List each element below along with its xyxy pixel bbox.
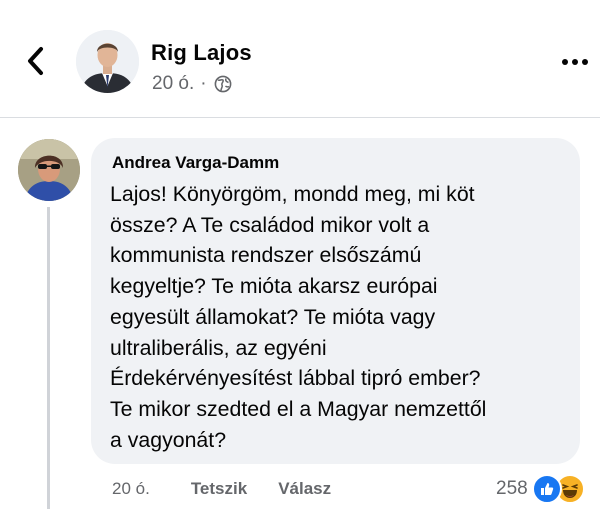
chevron-left-icon bbox=[28, 47, 43, 75]
comment-bubble: Andrea Varga-Damm Lajos! Könyörgöm, mond… bbox=[91, 138, 580, 464]
commenter-avatar[interactable] bbox=[18, 139, 80, 201]
more-options-button[interactable] bbox=[560, 55, 590, 67]
comment-author-name[interactable]: Andrea Varga-Damm bbox=[112, 153, 279, 173]
meta-separator: · bbox=[200, 73, 207, 94]
comment-time[interactable]: 20 ó. bbox=[112, 479, 150, 499]
post-meta: 20 ó. · bbox=[152, 73, 232, 95]
reply-button[interactable]: Válasz bbox=[278, 479, 331, 499]
reaction-summary[interactable]: 258 bbox=[496, 474, 585, 504]
thread-line bbox=[47, 207, 50, 509]
more-horizontal-icon bbox=[562, 59, 588, 65]
like-button[interactable]: Tetszik bbox=[191, 479, 247, 499]
post-time[interactable]: 20 ó. bbox=[152, 73, 194, 95]
like-reaction-icon bbox=[531, 474, 562, 504]
comment-text: Lajos! Könyörgöm, mondd meg, mi köt össz… bbox=[110, 182, 487, 452]
globe-icon bbox=[214, 75, 231, 93]
post-author-name[interactable]: Rig Lajos bbox=[151, 40, 252, 66]
comment-actions: 20 ó. Tetszik Válasz bbox=[112, 477, 331, 501]
reaction-count: 258 bbox=[496, 478, 528, 499]
header-divider bbox=[0, 117, 600, 118]
author-avatar[interactable] bbox=[76, 30, 139, 93]
post-header: Rig Lajos 20 ó. · bbox=[0, 0, 600, 118]
back-button[interactable] bbox=[20, 42, 54, 80]
